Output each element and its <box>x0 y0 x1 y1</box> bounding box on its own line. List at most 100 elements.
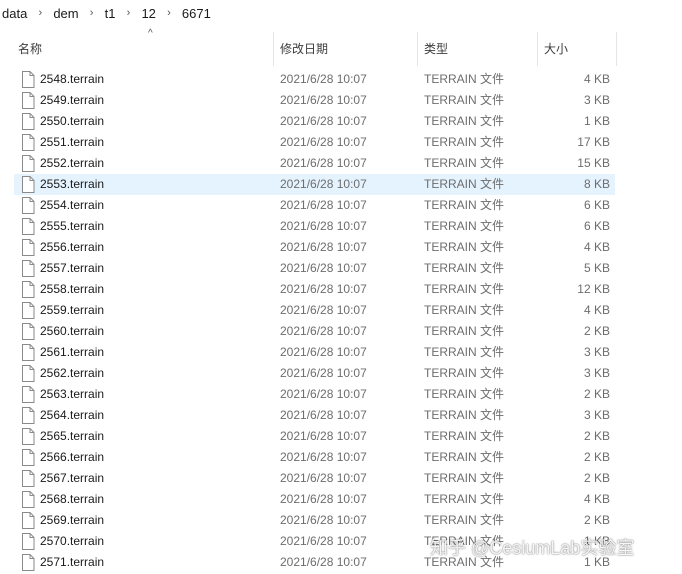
breadcrumb-item-6671[interactable]: 6671 <box>180 6 213 21</box>
breadcrumb-item-t1[interactable]: t1 <box>103 6 118 21</box>
file-row[interactable]: 2568.terrain 2021/6/28 10:07 TERRAIN 文件 … <box>0 489 682 510</box>
column-header-size[interactable]: 大小 <box>537 32 617 66</box>
file-type: TERRAIN 文件 <box>424 156 505 170</box>
chevron-right-icon[interactable]: › <box>81 7 103 19</box>
file-row[interactable]: 2561.terrain 2021/6/28 10:07 TERRAIN 文件 … <box>0 342 682 363</box>
file-name: 2567.terrain <box>40 471 105 485</box>
file-type: TERRAIN 文件 <box>424 303 505 317</box>
file-icon <box>21 470 35 487</box>
file-row[interactable]: 2559.terrain 2021/6/28 10:07 TERRAIN 文件 … <box>0 300 682 321</box>
file-row[interactable]: 2557.terrain 2021/6/28 10:07 TERRAIN 文件 … <box>0 258 682 279</box>
file-size: 1 KB <box>583 555 610 569</box>
file-size: 5 KB <box>583 261 610 275</box>
file-name: 2552.terrain <box>40 156 105 170</box>
file-modified-date: 2021/6/28 10:07 <box>280 198 367 212</box>
file-icon <box>21 260 35 277</box>
file-name: 2553.terrain <box>40 177 105 191</box>
file-name: 2561.terrain <box>40 345 105 359</box>
file-type: TERRAIN 文件 <box>424 282 505 296</box>
file-modified-date: 2021/6/28 10:07 <box>280 555 367 569</box>
column-header-row: ^ 名称 修改日期 类型 大小 <box>0 28 682 66</box>
file-size: 2 KB <box>583 513 610 527</box>
file-icon <box>21 491 35 508</box>
file-row[interactable]: 2558.terrain 2021/6/28 10:07 TERRAIN 文件 … <box>0 279 682 300</box>
file-icon <box>21 323 35 340</box>
file-row[interactable]: 2567.terrain 2021/6/28 10:07 TERRAIN 文件 … <box>0 468 682 489</box>
file-modified-date: 2021/6/28 10:07 <box>280 324 367 338</box>
breadcrumb-item-data[interactable]: data <box>0 6 29 21</box>
file-row[interactable]: 2563.terrain 2021/6/28 10:07 TERRAIN 文件 … <box>0 384 682 405</box>
file-icon <box>21 197 35 214</box>
file-type: TERRAIN 文件 <box>424 198 505 212</box>
column-header-name[interactable]: ^ 名称 <box>12 28 272 66</box>
file-modified-date: 2021/6/28 10:07 <box>280 366 367 380</box>
file-row[interactable]: 2570.terrain 2021/6/28 10:07 TERRAIN 文件 … <box>0 531 682 552</box>
file-name: 2562.terrain <box>40 366 105 380</box>
chevron-right-icon[interactable]: › <box>158 7 180 19</box>
file-icon <box>21 71 35 88</box>
file-modified-date: 2021/6/28 10:07 <box>280 156 367 170</box>
file-type: TERRAIN 文件 <box>424 513 505 527</box>
file-type: TERRAIN 文件 <box>424 324 505 338</box>
file-row[interactable]: 2550.terrain 2021/6/28 10:07 TERRAIN 文件 … <box>0 111 682 132</box>
file-icon <box>21 302 35 319</box>
file-row[interactable]: 2569.terrain 2021/6/28 10:07 TERRAIN 文件 … <box>0 510 682 531</box>
file-row[interactable]: 2566.terrain 2021/6/28 10:07 TERRAIN 文件 … <box>0 447 682 468</box>
file-name: 2548.terrain <box>40 72 105 86</box>
file-row[interactable]: 2551.terrain 2021/6/28 10:07 TERRAIN 文件 … <box>0 132 682 153</box>
file-modified-date: 2021/6/28 10:07 <box>280 93 367 107</box>
column-header-type[interactable]: 类型 <box>417 32 536 66</box>
file-row[interactable]: 2548.terrain 2021/6/28 10:07 TERRAIN 文件 … <box>0 69 682 90</box>
file-type: TERRAIN 文件 <box>424 72 505 86</box>
file-list: 2548.terrain 2021/6/28 10:07 TERRAIN 文件 … <box>0 69 682 573</box>
file-name: 2565.terrain <box>40 429 105 443</box>
file-size: 3 KB <box>583 93 610 107</box>
file-icon <box>21 92 35 109</box>
file-row[interactable]: 2562.terrain 2021/6/28 10:07 TERRAIN 文件 … <box>0 363 682 384</box>
file-modified-date: 2021/6/28 10:07 <box>280 513 367 527</box>
file-size: 3 KB <box>583 345 610 359</box>
file-modified-date: 2021/6/28 10:07 <box>280 471 367 485</box>
file-type: TERRAIN 文件 <box>424 114 505 128</box>
file-row[interactable]: 2549.terrain 2021/6/28 10:07 TERRAIN 文件 … <box>0 90 682 111</box>
file-modified-date: 2021/6/28 10:07 <box>280 219 367 233</box>
file-icon <box>21 218 35 235</box>
file-size: 6 KB <box>583 219 610 233</box>
file-modified-date: 2021/6/28 10:07 <box>280 345 367 359</box>
file-size: 15 KB <box>577 156 610 170</box>
chevron-right-icon[interactable]: › <box>29 7 51 19</box>
file-modified-date: 2021/6/28 10:07 <box>280 534 367 548</box>
file-size: 2 KB <box>583 387 610 401</box>
file-name: 2557.terrain <box>40 261 105 275</box>
file-modified-date: 2021/6/28 10:07 <box>280 261 367 275</box>
file-type: TERRAIN 文件 <box>424 366 505 380</box>
file-row[interactable]: 2556.terrain 2021/6/28 10:07 TERRAIN 文件 … <box>0 237 682 258</box>
file-name: 2549.terrain <box>40 93 105 107</box>
file-type: TERRAIN 文件 <box>424 429 505 443</box>
file-icon <box>21 344 35 361</box>
file-type: TERRAIN 文件 <box>424 135 505 149</box>
file-type: TERRAIN 文件 <box>424 261 505 275</box>
file-type: TERRAIN 文件 <box>424 387 505 401</box>
file-icon <box>21 407 35 424</box>
file-row[interactable]: 2555.terrain 2021/6/28 10:07 TERRAIN 文件 … <box>0 216 682 237</box>
file-row[interactable]: 2571.terrain 2021/6/28 10:07 TERRAIN 文件 … <box>0 552 682 573</box>
column-header-name-label: 名称 <box>18 42 43 56</box>
file-row[interactable]: 2560.terrain 2021/6/28 10:07 TERRAIN 文件 … <box>0 321 682 342</box>
breadcrumb-item-dem[interactable]: dem <box>51 6 80 21</box>
file-row[interactable]: 2565.terrain 2021/6/28 10:07 TERRAIN 文件 … <box>0 426 682 447</box>
file-size: 2 KB <box>583 324 610 338</box>
file-size: 2 KB <box>583 471 610 485</box>
file-row[interactable]: 2564.terrain 2021/6/28 10:07 TERRAIN 文件 … <box>0 405 682 426</box>
chevron-right-icon[interactable]: › <box>117 7 139 19</box>
file-row[interactable]: 2553.terrain 2021/6/28 10:07 TERRAIN 文件 … <box>0 174 682 195</box>
file-row[interactable]: 2552.terrain 2021/6/28 10:07 TERRAIN 文件 … <box>0 153 682 174</box>
file-modified-date: 2021/6/28 10:07 <box>280 492 367 506</box>
file-modified-date: 2021/6/28 10:07 <box>280 240 367 254</box>
file-name: 2559.terrain <box>40 303 105 317</box>
file-name: 2568.terrain <box>40 492 105 506</box>
file-type: TERRAIN 文件 <box>424 471 505 485</box>
column-header-date[interactable]: 修改日期 <box>273 32 416 66</box>
file-row[interactable]: 2554.terrain 2021/6/28 10:07 TERRAIN 文件 … <box>0 195 682 216</box>
breadcrumb-item-12[interactable]: 12 <box>139 6 157 21</box>
